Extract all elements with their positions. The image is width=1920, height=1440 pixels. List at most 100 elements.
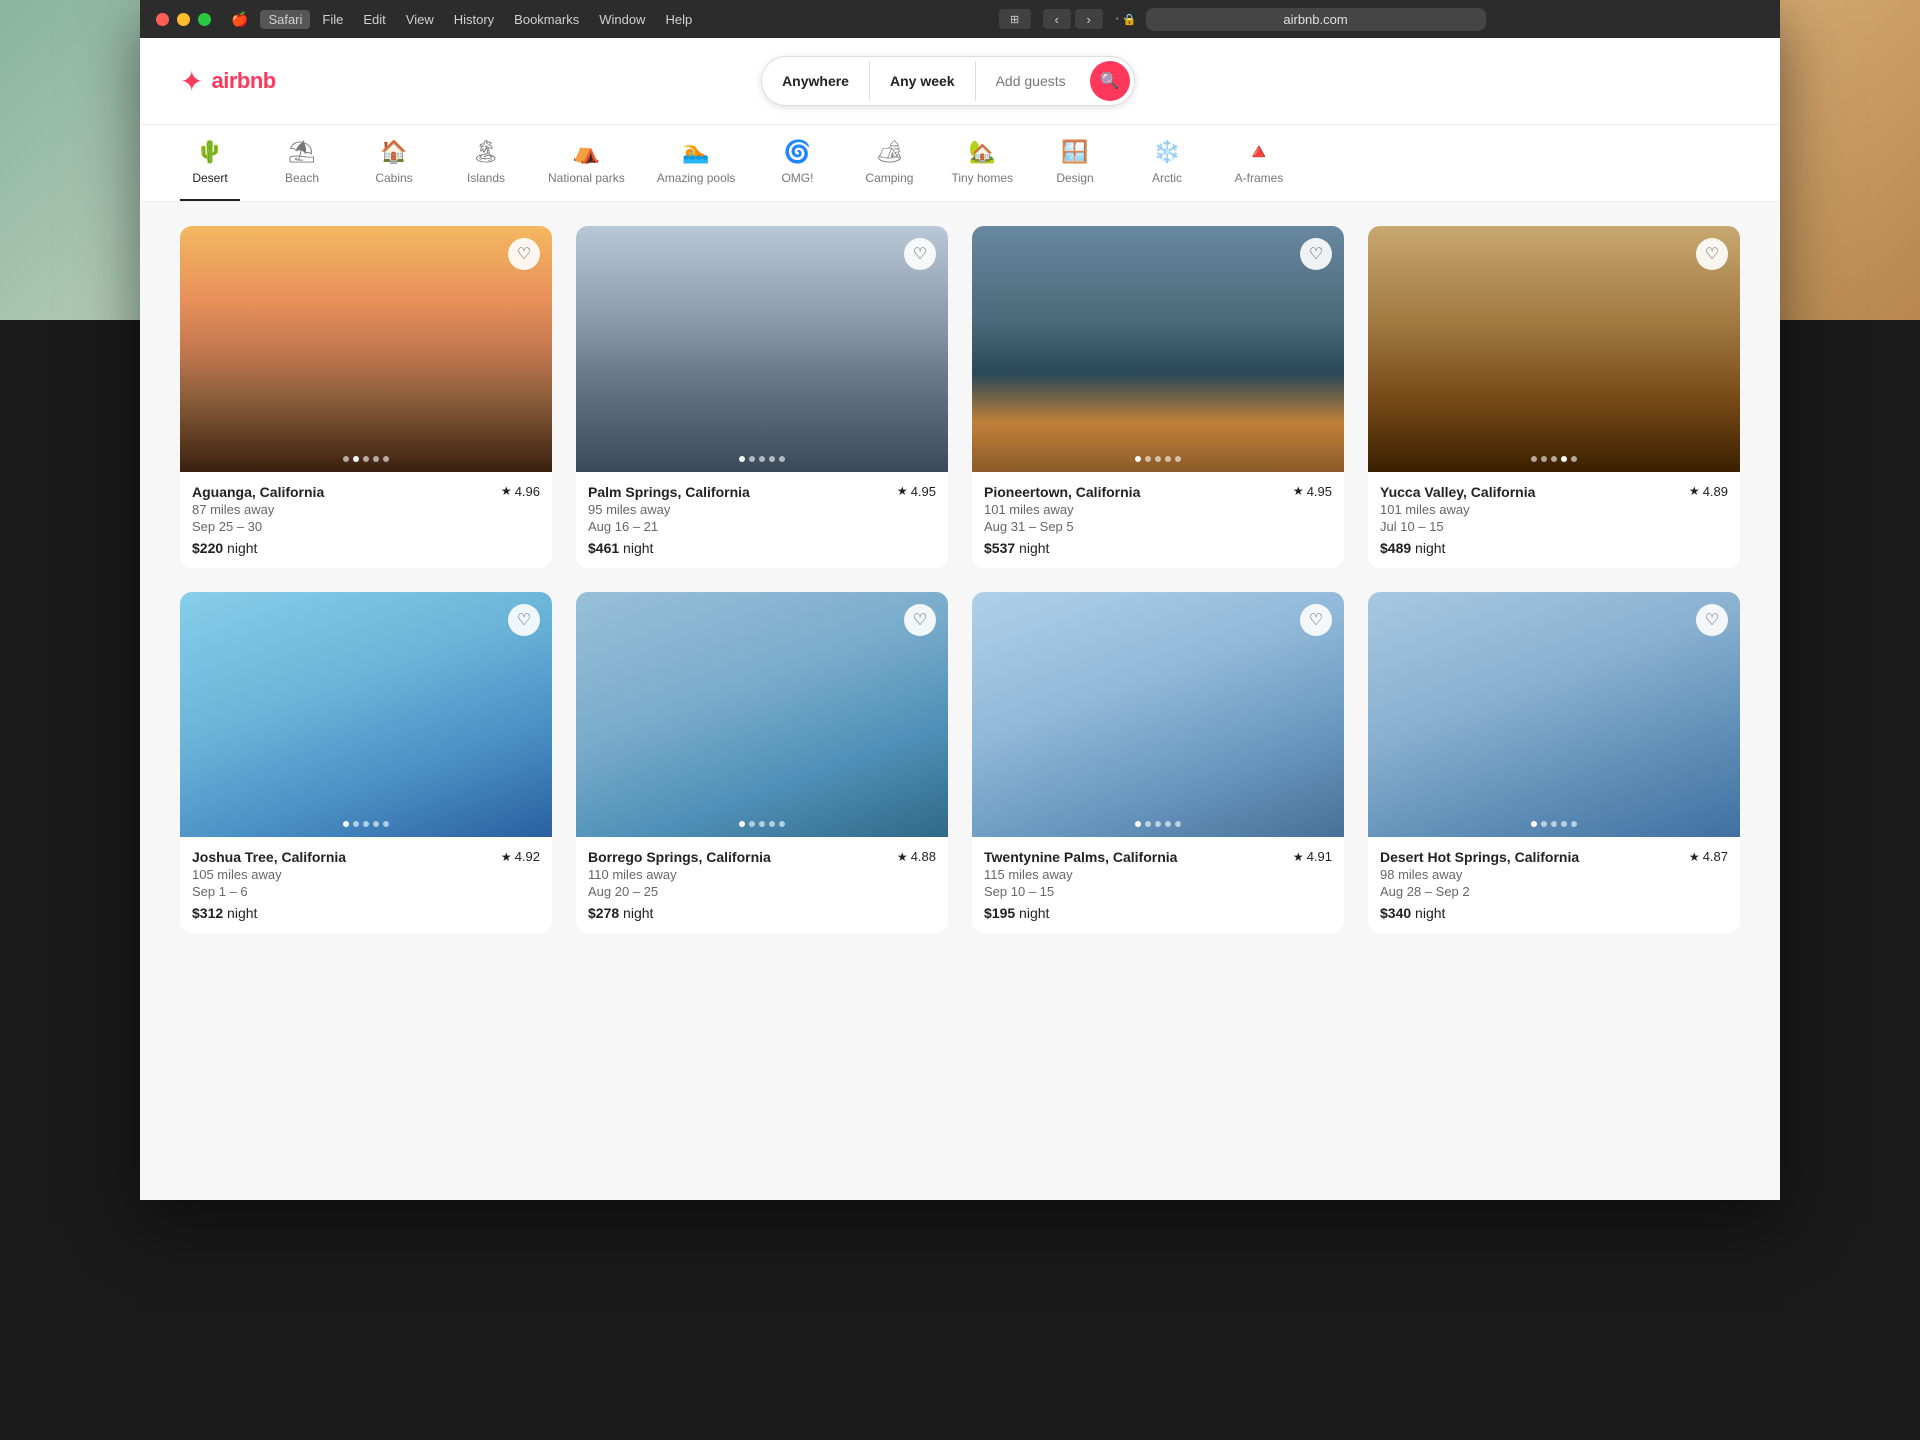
category-cabins[interactable]: 🏠 Cabins [364, 141, 424, 201]
listing-card-2[interactable]: ♡ Palm Springs, California ★ 4. [576, 226, 948, 568]
dot-6-2 [749, 821, 755, 827]
search-guests[interactable]: Add guests [976, 61, 1086, 101]
category-desert-label: Desert [192, 171, 227, 185]
arctic-icon: ❄️ [1153, 141, 1180, 163]
dot-7-5 [1175, 821, 1181, 827]
wishlist-button-1[interactable]: ♡ [508, 238, 540, 270]
wishlist-button-7[interactable]: ♡ [1300, 604, 1332, 636]
forward-button[interactable]: › [1075, 9, 1103, 29]
menu-safari[interactable]: Safari [260, 10, 310, 29]
listing-price-amount-8: $340 [1380, 905, 1411, 921]
dot-5-5 [383, 821, 389, 827]
dot-8-5 [1571, 821, 1577, 827]
listing-title-row-7: Twentynine Palms, California ★ 4.91 [984, 849, 1332, 865]
search-anywhere[interactable]: Anywhere [762, 61, 870, 101]
category-arctic-label: Arctic [1152, 171, 1182, 185]
wishlist-button-2[interactable]: ♡ [904, 238, 936, 270]
listing-card-7[interactable]: ♡ Twentynine Palms, California ★ [972, 592, 1344, 934]
image-dots-3 [1135, 456, 1181, 462]
menu-window[interactable]: Window [591, 10, 653, 29]
listing-price-7: $195 night [984, 905, 1332, 921]
airbnb-logo[interactable]: ✦ airbnb [180, 65, 276, 98]
listings-grid: ♡ Aguanga, California ★ 4.96 [180, 226, 1740, 933]
category-arctic[interactable]: ❄️ Arctic [1137, 141, 1197, 201]
listing-card-8[interactable]: ♡ Desert Hot Springs, California ★ [1368, 592, 1740, 934]
listing-card-4[interactable]: ♡ Yucca Valley, California ★ 4. [1368, 226, 1740, 568]
menu-help[interactable]: Help [657, 10, 700, 29]
dot-1-2 [353, 456, 359, 462]
listing-title-row-2: Palm Springs, California ★ 4.95 [588, 484, 936, 500]
category-amazing-pools[interactable]: 🏊 Amazing pools [657, 141, 736, 201]
star-icon-1: ★ [501, 484, 512, 498]
category-islands[interactable]: 🏝 Islands [456, 141, 516, 201]
minimize-button[interactable] [177, 13, 190, 26]
listing-price-3: $537 night [984, 540, 1332, 556]
menu-view[interactable]: View [398, 10, 442, 29]
star-icon-7: ★ [1293, 850, 1304, 864]
rating-value-7: 4.91 [1307, 849, 1332, 864]
category-national-parks[interactable]: ⛺ National parks [548, 141, 625, 201]
category-camping[interactable]: 🏕 Camping [859, 141, 919, 201]
category-tiny-homes[interactable]: 🏡 Tiny homes [951, 141, 1013, 201]
listing-image-6: ♡ [576, 592, 948, 838]
listing-rating-6: ★ 4.88 [897, 849, 936, 864]
listing-card-3[interactable]: ♡ Pioneertown, California ★ 4.9 [972, 226, 1344, 568]
category-nav: 🌵 Desert ⛱ Beach 🏠 Cabins 🏝 Islands ⛺ Na… [140, 125, 1780, 202]
search-button[interactable]: 🔍 [1090, 61, 1130, 101]
menu-history[interactable]: History [446, 10, 502, 29]
listing-rating-3: ★ 4.95 [1293, 484, 1332, 499]
wishlist-button-4[interactable]: ♡ [1696, 238, 1728, 270]
listing-price-amount-1: $220 [192, 540, 223, 556]
dot-3-4 [1165, 456, 1171, 462]
omg-icon: 🌀 [784, 141, 811, 163]
wishlist-button-5[interactable]: ♡ [508, 604, 540, 636]
listing-info-8: Desert Hot Springs, California ★ 4.87 98… [1368, 837, 1740, 933]
category-desert[interactable]: 🌵 Desert [180, 141, 240, 201]
dot-1-3 [363, 456, 369, 462]
dot-5-3 [363, 821, 369, 827]
listing-card-6[interactable]: ♡ Borrego Springs, California ★ [576, 592, 948, 934]
listing-location-6: Borrego Springs, California [588, 849, 771, 865]
listing-price-unit-2: night [623, 540, 653, 556]
listing-distance-1: 87 miles away [192, 502, 540, 517]
category-omg[interactable]: 🌀 OMG! [767, 141, 827, 201]
tiny-homes-icon: 🏡 [969, 141, 996, 163]
wishlist-button-6[interactable]: ♡ [904, 604, 936, 636]
menu-edit[interactable]: Edit [355, 10, 393, 29]
wishlist-button-8[interactable]: ♡ [1696, 604, 1728, 636]
fullscreen-button[interactable] [198, 13, 211, 26]
wishlist-button-3[interactable]: ♡ [1300, 238, 1332, 270]
listing-card-5[interactable]: ♡ Joshua Tree, California ★ 4.9 [180, 592, 552, 934]
image-dots-1 [343, 456, 389, 462]
dot-4-1 [1531, 456, 1537, 462]
close-button[interactable] [156, 13, 169, 26]
camping-icon: 🏕 [875, 141, 903, 163]
listing-image-7: ♡ [972, 592, 1344, 838]
listing-distance-7: 115 miles away [984, 867, 1332, 882]
listing-distance-3: 101 miles away [984, 502, 1332, 517]
listing-image-2: ♡ [576, 226, 948, 472]
search-anyweek[interactable]: Any week [870, 61, 976, 101]
category-a-frames[interactable]: 🔺 A-frames [1229, 141, 1289, 201]
listing-price-8: $340 night [1380, 905, 1728, 921]
listing-title-row-6: Borrego Springs, California ★ 4.88 [588, 849, 936, 865]
listing-price-unit-7: night [1019, 905, 1049, 921]
category-beach[interactable]: ⛱ Beach [272, 141, 332, 201]
listing-rating-8: ★ 4.87 [1689, 849, 1728, 864]
listing-photo-1 [180, 226, 552, 472]
listing-location-7: Twentynine Palms, California [984, 849, 1177, 865]
menu-file[interactable]: File [314, 10, 351, 29]
category-design[interactable]: 🪟 Design [1045, 141, 1105, 201]
back-button[interactable]: ‹ [1043, 9, 1071, 29]
listing-dates-1: Sep 25 – 30 [192, 519, 540, 534]
dot-5-4 [373, 821, 379, 827]
sidebar-toggle[interactable]: ⊞ [999, 9, 1031, 29]
listing-photo-5 [180, 592, 552, 838]
listing-price-unit-4: night [1415, 540, 1445, 556]
listing-photo-2 [576, 226, 948, 472]
listing-title-row-4: Yucca Valley, California ★ 4.89 [1380, 484, 1728, 500]
address-input[interactable] [1146, 8, 1486, 31]
menu-bookmarks[interactable]: Bookmarks [506, 10, 587, 29]
listing-card-1[interactable]: ♡ Aguanga, California ★ 4.96 [180, 226, 552, 568]
listing-title-row-3: Pioneertown, California ★ 4.95 [984, 484, 1332, 500]
